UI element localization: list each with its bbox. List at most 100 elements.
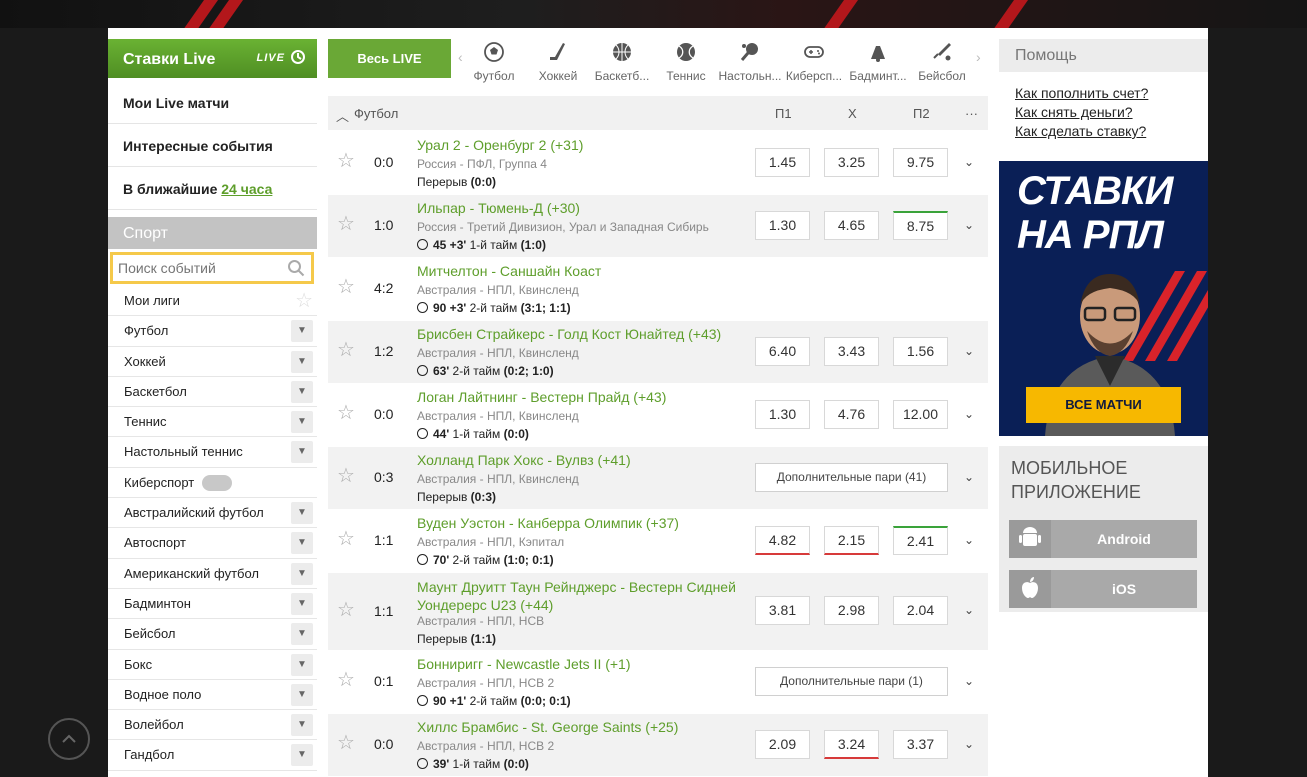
tab-table-tennis[interactable]: Настольн... (718, 39, 782, 83)
sport-item-football[interactable]: Футбол ▼ (108, 316, 317, 347)
help-link-withdraw[interactable]: Как снять деньги? (1015, 104, 1148, 120)
odd-x[interactable]: 3.43 (824, 337, 879, 366)
tab-hockey[interactable]: Хоккей (526, 39, 590, 83)
chevron-down-icon[interactable]: ⌄ (964, 155, 974, 169)
tab-badminton[interactable]: Бадминт... (846, 39, 910, 83)
live-bets-header[interactable]: Ставки Live LIVE (108, 39, 317, 78)
more-icon[interactable]: ··· (965, 106, 978, 121)
ios-button[interactable]: iOS (1009, 570, 1197, 608)
extra-bets-button[interactable]: Дополнительные пари (1) (755, 667, 948, 696)
star-icon[interactable]: ☆ (295, 288, 313, 313)
odd-p2[interactable]: 3.37 (893, 730, 948, 759)
match-name[interactable]: Брисбен Страйкерс - Голд Кост Юнайтед (+… (417, 326, 721, 342)
chevron-down-icon[interactable]: ▼ (291, 714, 313, 737)
help-link-deposit[interactable]: Как пополнить счет? (1015, 85, 1148, 101)
chevron-down-icon[interactable]: ⌄ (964, 603, 974, 617)
help-link-bet[interactable]: Как сделать ставку? (1015, 123, 1148, 139)
chevron-down-icon[interactable]: ▼ (291, 653, 313, 676)
sport-item-hockey[interactable]: Хоккей ▼ (108, 347, 317, 377)
star-icon[interactable]: ☆ (337, 463, 355, 488)
star-icon[interactable]: ☆ (337, 148, 355, 173)
tab-basketball[interactable]: Баскетб... (590, 39, 654, 83)
sport-item-boxing[interactable]: Бокс ▼ (108, 650, 317, 680)
match-name[interactable]: Маунт Друитт Таун Рейнджерс - Вестерн Си… (417, 578, 757, 614)
sport-item-badminton[interactable]: Бадминтон ▼ (108, 589, 317, 620)
chevron-down-icon[interactable]: ▼ (291, 502, 313, 525)
star-icon[interactable]: ☆ (337, 400, 355, 425)
sport-item-handball[interactable]: Гандбол ▼ (108, 740, 317, 771)
match-name[interactable]: Ильпар - Тюмень-Д (+30) (417, 200, 580, 216)
odd-x[interactable]: 2.98 (824, 596, 879, 625)
star-icon[interactable]: ☆ (337, 274, 355, 299)
star-icon[interactable]: ☆ (337, 526, 355, 551)
collapse-icon[interactable]: ︿ (336, 106, 349, 125)
chevron-down-icon[interactable]: ▼ (291, 380, 313, 403)
chevron-down-icon[interactable]: ▼ (291, 441, 313, 464)
search-input[interactable] (113, 255, 283, 281)
chevron-right-icon[interactable]: › (976, 49, 981, 65)
odd-x[interactable]: 3.25 (824, 148, 879, 177)
sport-item-table-tennis[interactable]: Настольный теннис ▼ (108, 437, 317, 468)
odd-p1[interactable]: 4.82 (755, 526, 810, 555)
odd-p2[interactable]: 1.56 (893, 337, 948, 366)
match-name[interactable]: Логан Лайтнинг - Вестерн Прайд (+43) (417, 389, 666, 405)
match-name[interactable]: Урал 2 - Оренбург 2 (+31) (417, 137, 583, 153)
odd-p2[interactable]: 2.41 (893, 526, 948, 555)
star-icon[interactable]: ☆ (337, 211, 355, 236)
chevron-down-icon[interactable]: ▼ (291, 623, 313, 646)
chevron-down-icon[interactable]: ▼ (291, 683, 313, 706)
chevron-down-icon[interactable]: ▼ (291, 411, 313, 434)
odd-p2[interactable]: 9.75 (893, 148, 948, 177)
odd-p1[interactable]: 2.09 (755, 730, 810, 759)
chevron-down-icon[interactable]: ⌄ (964, 344, 974, 358)
chevron-down-icon[interactable]: ⌄ (964, 218, 974, 232)
chevron-down-icon[interactable]: ⌄ (964, 737, 974, 751)
chevron-down-icon[interactable]: ▼ (291, 592, 313, 615)
odd-p1[interactable]: 1.30 (755, 400, 810, 429)
odd-p2[interactable]: 2.04 (893, 596, 948, 625)
odd-p2[interactable]: 8.75 (893, 211, 948, 240)
sport-item-baseball[interactable]: Бейсбол ▼ (108, 619, 317, 650)
odd-x[interactable]: 2.15 (824, 526, 879, 555)
odd-p1[interactable]: 1.30 (755, 211, 810, 240)
sport-item-american-football[interactable]: Американский футбол ▼ (108, 559, 317, 589)
odd-p2[interactable]: 12.00 (893, 400, 948, 429)
all-live-button[interactable]: Весь LIVE (328, 39, 451, 78)
sport-item-esports[interactable]: Киберспорт (108, 468, 317, 499)
sport-item-motorsport[interactable]: Автоспорт ▼ (108, 528, 317, 559)
chevron-down-icon[interactable]: ⌄ (964, 470, 974, 484)
tab-baseball[interactable]: Бейсбол (910, 39, 974, 83)
star-icon[interactable]: ☆ (337, 597, 355, 622)
tab-tennis[interactable]: Теннис (654, 39, 718, 83)
chevron-down-icon[interactable]: ▼ (291, 320, 313, 343)
sport-item-tennis[interactable]: Теннис ▼ (108, 407, 317, 438)
all-matches-button[interactable]: ВСЕ МАТЧИ (1026, 387, 1181, 423)
chevron-down-icon[interactable]: ▼ (291, 562, 313, 585)
match-name[interactable]: Вуден Уэстон - Канберра Олимпик (+37) (417, 515, 679, 531)
chevron-down-icon[interactable]: ⌄ (964, 407, 974, 421)
sport-item-basketball[interactable]: Баскетбол ▼ (108, 377, 317, 408)
menu-interesting[interactable]: Интересные события (108, 124, 317, 167)
odd-p1[interactable]: 6.40 (755, 337, 810, 366)
star-icon[interactable]: ☆ (337, 667, 355, 692)
odd-x[interactable]: 3.24 (824, 730, 879, 759)
sport-item-my-leagues[interactable]: Мои лиги ☆ (108, 286, 317, 317)
odd-p1[interactable]: 1.45 (755, 148, 810, 177)
sport-item-water-polo[interactable]: Водное поло ▼ (108, 680, 317, 711)
tab-esports[interactable]: Киберсп... (782, 39, 846, 83)
search-icon[interactable] (287, 259, 305, 280)
match-name[interactable]: Холланд Парк Хокс - Вулвз (+41) (417, 452, 631, 468)
match-name[interactable]: Митчелтон - Саншайн Коаст (417, 263, 601, 279)
match-name[interactable]: Хиллс Брамбис - St. George Saints (+25) (417, 719, 678, 735)
nearest-24h-link[interactable]: 24 часа (221, 181, 272, 197)
menu-my-live[interactable]: Мои Live матчи (108, 81, 317, 124)
chevron-down-icon[interactable]: ▼ (291, 350, 313, 373)
odd-x[interactable]: 4.76 (824, 400, 879, 429)
star-icon[interactable]: ☆ (337, 337, 355, 362)
odd-p1[interactable]: 3.81 (755, 596, 810, 625)
star-icon[interactable]: ☆ (337, 730, 355, 755)
chevron-down-icon[interactable]: ▼ (291, 532, 313, 555)
match-name[interactable]: Бонниригг - Newcastle Jets II (+1) (417, 656, 631, 672)
promo-banner[interactable]: СТАВКИ НА РПЛ ВСЕ МАТЧИ (999, 161, 1208, 436)
tab-football[interactable]: Футбол (462, 39, 526, 83)
